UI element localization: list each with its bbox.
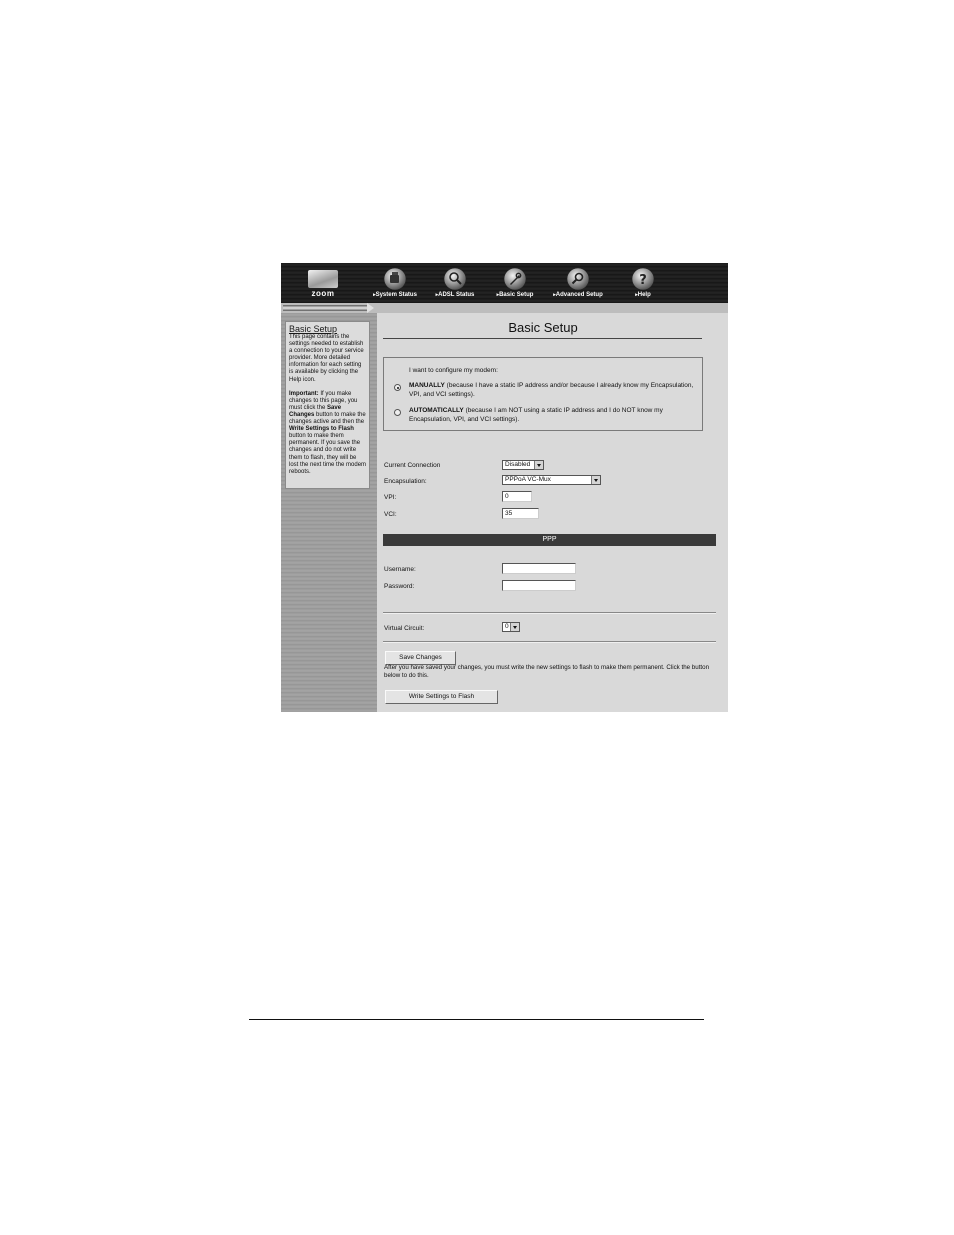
- system-status-icon: [383, 267, 407, 291]
- router-admin-screenshot: zoom System Status ADSL Status: [281, 263, 728, 712]
- section-divider: [383, 612, 716, 614]
- nav-advanced-setup[interactable]: Advanced Setup: [548, 267, 608, 301]
- chevron-down-icon[interactable]: [591, 476, 600, 484]
- vpi-label: VPI:: [384, 494, 397, 501]
- chevron-down-icon[interactable]: [534, 461, 543, 469]
- title-divider: [383, 338, 702, 339]
- arrow-right-icon: [367, 303, 374, 313]
- nav-help-label: Help: [618, 292, 668, 298]
- help-icon: ?: [631, 267, 655, 291]
- vpi-input[interactable]: 0: [502, 491, 532, 502]
- radio-manually[interactable]: [394, 384, 401, 391]
- important-label: Important:: [289, 390, 319, 397]
- nav-adsl-status[interactable]: ADSL Status: [428, 267, 482, 301]
- important-text-3: button to make them permanent. If you sa…: [289, 433, 367, 475]
- radio-automatically[interactable]: [394, 409, 401, 416]
- current-connection-select[interactable]: Disabled: [502, 460, 544, 470]
- nav-arrow-bar: [283, 305, 368, 311]
- top-nav-bar: zoom System Status ADSL Status: [281, 263, 728, 303]
- main-content: Basic Setup I want to configure my modem…: [377, 313, 728, 712]
- nav-help[interactable]: ? Help: [618, 267, 668, 301]
- radio-automatically-label: AUTOMATICALLY: [409, 407, 464, 414]
- save-changes-button[interactable]: Save Changes: [385, 651, 456, 665]
- nav-adsl-status-label: ADSL Status: [428, 292, 482, 298]
- config-prompt: I want to configure my modem:: [409, 367, 498, 374]
- current-connection-value: Disabled: [505, 461, 531, 468]
- nav-system-status[interactable]: System Status: [368, 267, 422, 301]
- radio-automatically-text: AUTOMATICALLY (because I am NOT using a …: [409, 407, 701, 424]
- virtual-circuit-label: Virtual Circuit:: [384, 625, 425, 632]
- page-title: Basic Setup: [508, 320, 578, 335]
- svg-text:?: ?: [639, 273, 647, 288]
- advanced-setup-icon: [566, 267, 590, 291]
- zoom-logo-mark-icon: [308, 270, 338, 288]
- chevron-down-icon[interactable]: [510, 623, 519, 631]
- radio-manually-text: MANUALLY (because I have a static IP add…: [409, 382, 701, 399]
- virtual-circuit-select[interactable]: 0: [502, 622, 520, 632]
- username-input[interactable]: [502, 563, 576, 574]
- sidebar: Basic Setup This page contains the setti…: [281, 313, 377, 712]
- flash-note: After you have saved your changes, you m…: [384, 664, 710, 679]
- config-mode-box: I want to configure my modem: MANUALLY (…: [383, 357, 703, 431]
- page-footer-rule: [249, 1019, 704, 1020]
- sidebar-important: Important: If you make changes to this p…: [289, 391, 367, 476]
- sidebar-intro: This page contains the settings needed t…: [289, 334, 364, 383]
- sidebar-title-link[interactable]: Basic Setup: [289, 324, 367, 334]
- adsl-status-icon: [443, 267, 467, 291]
- nav-basic-setup-label: Basic Setup: [488, 292, 542, 298]
- nav-advanced-setup-label: Advanced Setup: [548, 292, 608, 298]
- zoom-logo[interactable]: zoom: [308, 270, 338, 298]
- encapsulation-value: PPPoA VC-Mux: [505, 476, 551, 483]
- encapsulation-label: Encapsulation:: [384, 478, 427, 485]
- password-label: Password:: [384, 583, 415, 590]
- username-label: Username:: [384, 566, 416, 573]
- zoom-logo-text: zoom: [311, 289, 335, 298]
- vci-label: VCI:: [384, 511, 397, 518]
- basic-setup-icon: [503, 267, 527, 291]
- nav-separator: [281, 303, 728, 313]
- sidebar-help-box: Basic Setup This page contains the setti…: [285, 321, 370, 489]
- nav-system-status-label: System Status: [368, 292, 422, 298]
- section-divider: [383, 641, 716, 643]
- radio-manually-label: MANUALLY: [409, 382, 445, 389]
- nav-basic-setup[interactable]: Basic Setup: [488, 267, 542, 301]
- current-connection-label: Current Connection: [384, 462, 441, 469]
- ppp-section-header: PPP: [383, 534, 716, 546]
- vci-input[interactable]: 35: [502, 508, 539, 519]
- password-input[interactable]: [502, 580, 576, 591]
- write-settings-ref: Write Settings to Flash: [289, 426, 354, 433]
- write-settings-to-flash-button[interactable]: Write Settings to Flash: [385, 690, 498, 704]
- radio-manually-desc: (because I have a static IP address and/…: [409, 382, 694, 398]
- encapsulation-select[interactable]: PPPoA VC-Mux: [502, 475, 601, 485]
- virtual-circuit-value: 0: [505, 623, 509, 630]
